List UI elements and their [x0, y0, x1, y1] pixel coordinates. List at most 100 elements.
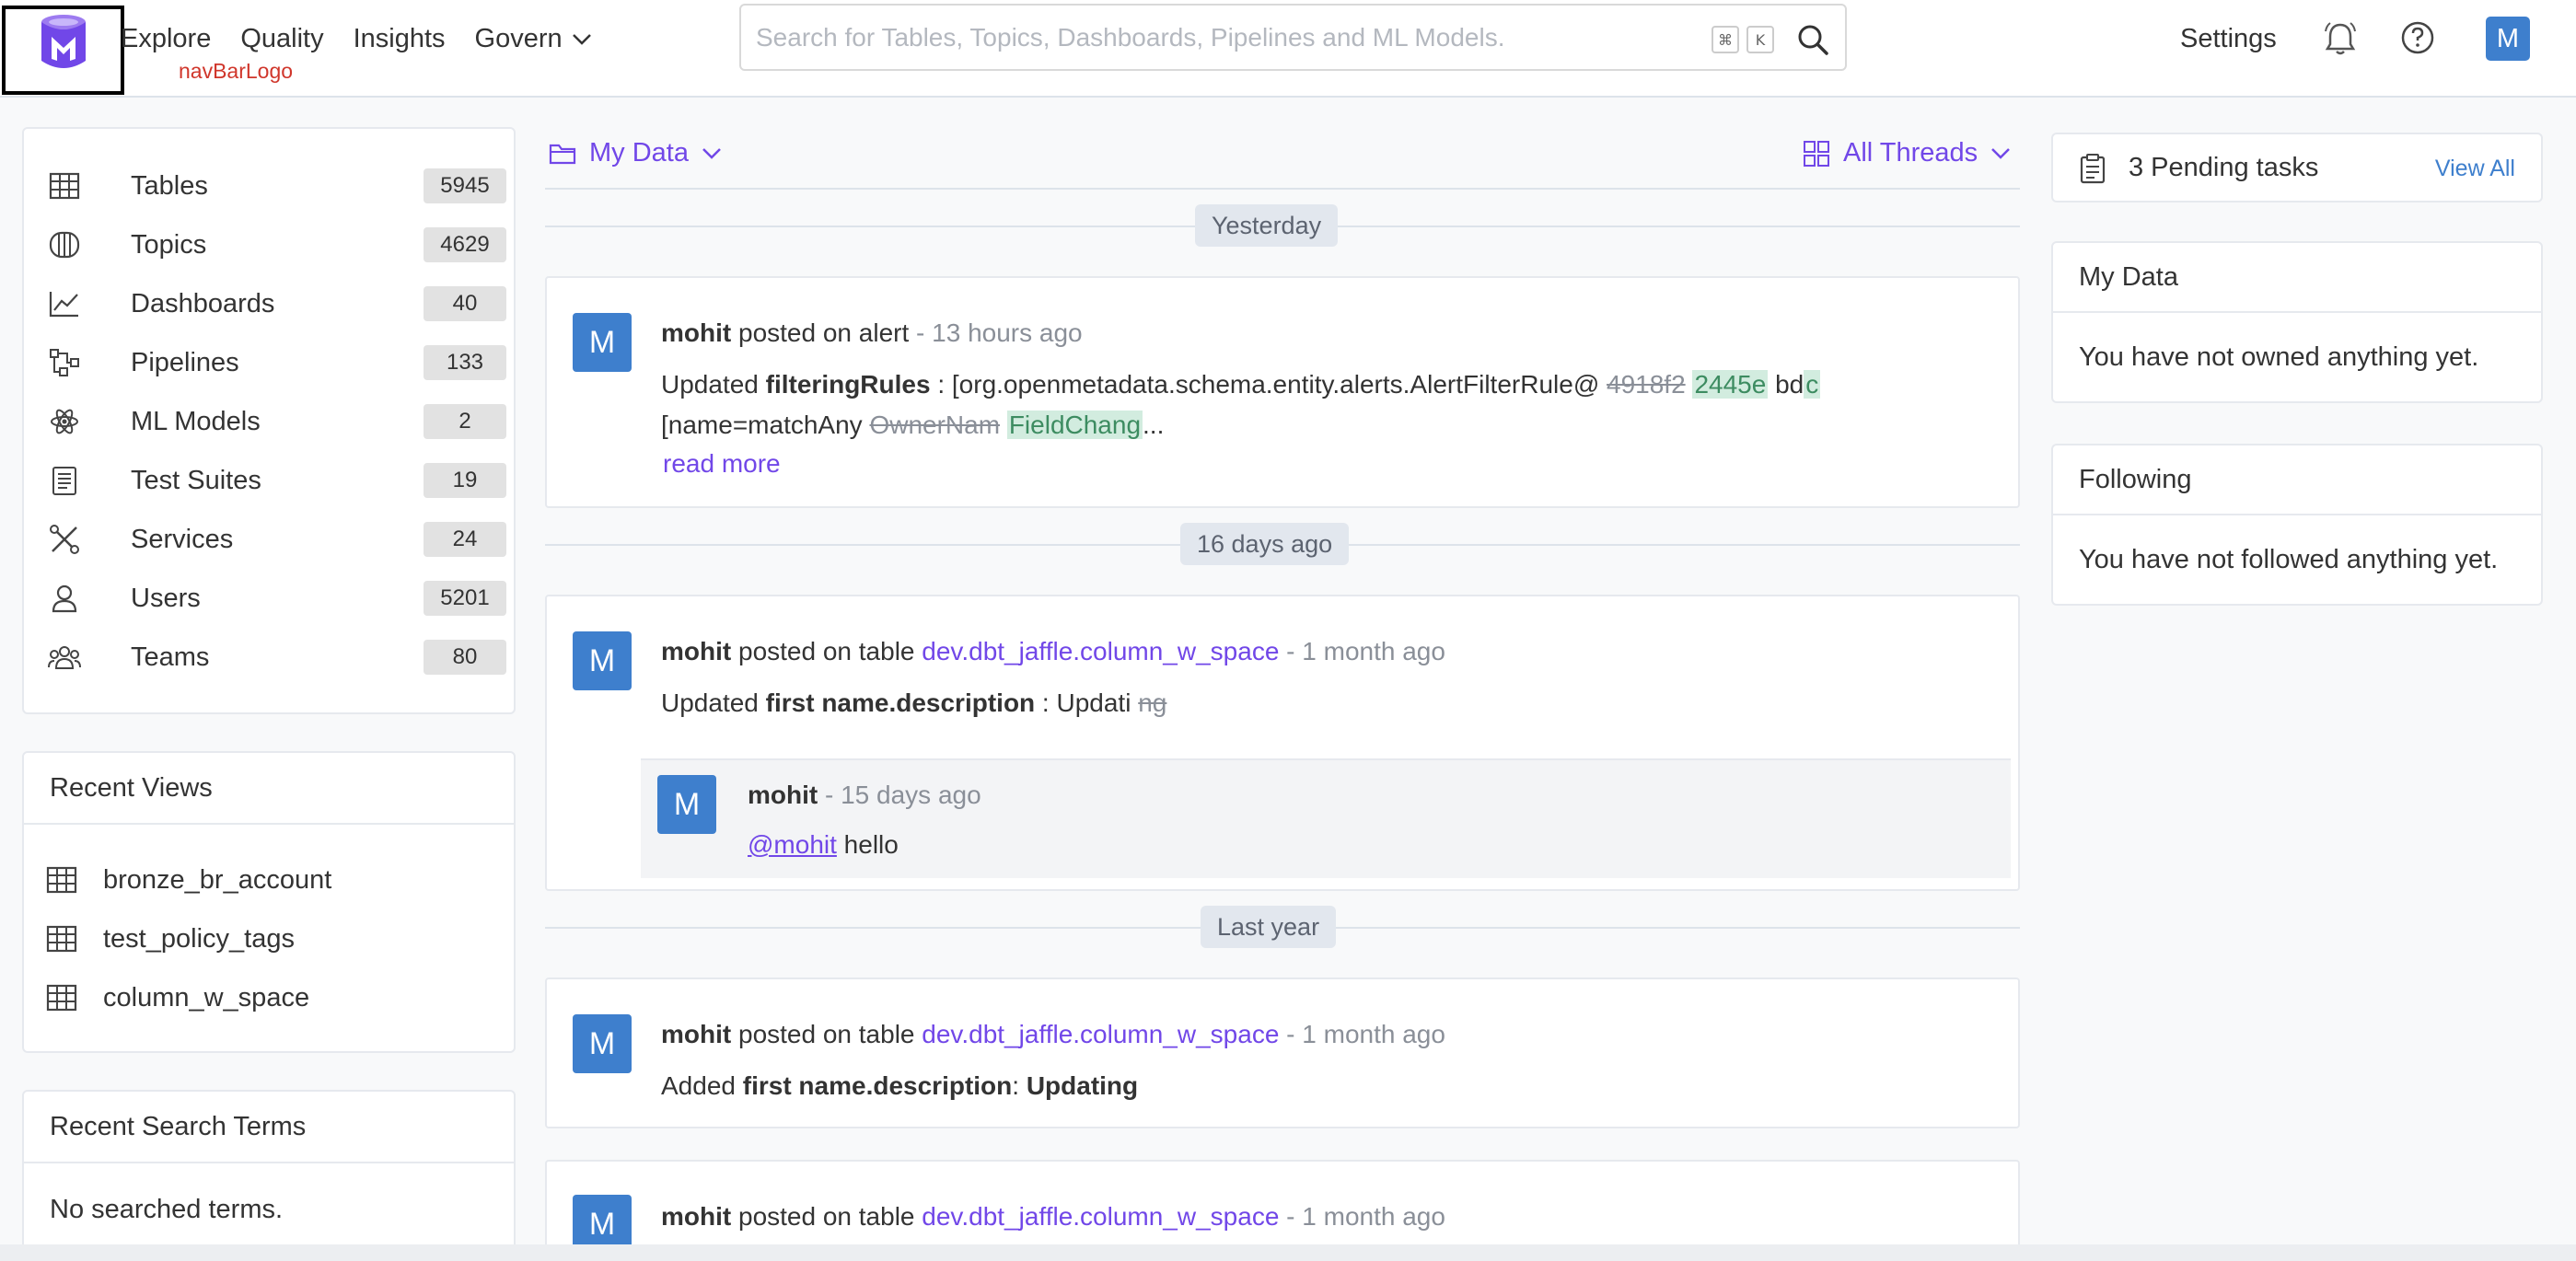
entity-row-dashboards[interactable]: Dashboards 40 [46, 282, 506, 326]
post-author[interactable]: mohit [661, 1020, 731, 1048]
nav-govern-label: Govern [474, 24, 563, 53]
user-icon [46, 580, 83, 617]
post-entity-link[interactable]: dev.dbt_jaffle.column_w_space [922, 1202, 1279, 1231]
nav-govern[interactable]: Govern [475, 24, 592, 54]
entity-row-pipelines[interactable]: Pipelines 133 [46, 341, 506, 385]
help-icon[interactable] [2399, 19, 2436, 56]
entity-row-services[interactable]: Services 24 [46, 517, 506, 561]
dashboard-icon [46, 285, 83, 322]
topic-icon [46, 226, 83, 263]
view-all-tasks-link[interactable]: View All [2435, 156, 2515, 182]
post-time: 13 hours ago [932, 318, 1083, 347]
all-threads-dropdown[interactable]: All Threads [1803, 138, 2011, 168]
following-empty: You have not followed anything yet. [2079, 544, 2499, 574]
nav-insights[interactable]: Insights [354, 24, 446, 54]
post-reply: M mohit - 15 days ago @mohit hello [641, 758, 2011, 878]
grid-icon [1804, 140, 1829, 167]
horizontal-scrollbar[interactable] [0, 1244, 2576, 1261]
post-header: mohit posted on alert - 13 hours ago [661, 318, 1083, 347]
recent-views-title: Recent Views [24, 753, 514, 825]
post-author-avatar[interactable]: M [573, 631, 632, 690]
entity-row-ml-models[interactable]: ML Models 2 [46, 399, 506, 444]
entity-row-topics[interactable]: Topics 4629 [46, 223, 506, 267]
recent-view-item[interactable]: bronze_br_account [46, 858, 331, 902]
entity-label: Dashboards [131, 288, 275, 318]
post-action: posted on table [738, 637, 915, 665]
diff-removed: 4918f2 [1607, 370, 1686, 399]
shortcut-key-k: K [1746, 26, 1774, 53]
reply-author[interactable]: mohit [748, 781, 818, 809]
post-header: mohit posted on table dev.dbt_jaffle.col… [661, 1202, 1445, 1231]
entity-count-badge: 24 [424, 522, 506, 557]
post-field-name: filteringRules [765, 370, 931, 399]
feed-toolbar-divider [545, 188, 2020, 190]
post-author[interactable]: mohit [661, 318, 731, 347]
diff-added: FieldChang [1006, 411, 1143, 439]
post-field-name: first name.description [742, 1071, 1013, 1100]
table-icon [46, 925, 77, 953]
read-more-link[interactable]: read more [663, 449, 781, 479]
entity-label: Tables [131, 170, 208, 201]
ml-model-icon [46, 403, 83, 440]
entity-count-badge: 80 [424, 640, 506, 675]
post-author-avatar[interactable]: M [573, 313, 632, 372]
post-entity-link[interactable]: dev.dbt_jaffle.column_w_space [922, 1020, 1279, 1048]
recent-search-empty: No searched terms. [50, 1195, 284, 1224]
chevron-down-icon [1991, 147, 2011, 159]
entity-label: Services [131, 524, 234, 554]
entity-row-teams[interactable]: Teams 80 [46, 635, 506, 679]
recent-view-item[interactable]: test_policy_tags [46, 917, 295, 961]
nav-bar-logo[interactable] [2, 6, 124, 95]
post-author[interactable]: mohit [661, 637, 731, 665]
search-input[interactable] [756, 6, 1677, 69]
entity-count-badge: 5201 [424, 581, 506, 616]
recent-view-label: column_w_space [103, 982, 310, 1012]
reply-text: hello [836, 830, 899, 859]
post-header: mohit posted on table dev.dbt_jaffle.col… [661, 1020, 1445, 1048]
entity-row-test-suites[interactable]: Test Suites 19 [46, 458, 506, 503]
user-avatar[interactable]: M [2486, 17, 2530, 61]
post-author[interactable]: mohit [661, 1202, 731, 1231]
my-data-filter-dropdown[interactable]: My Data [549, 138, 722, 168]
entity-row-users[interactable]: Users 5201 [46, 576, 506, 620]
nav-menu: Explore Quality Insights Govern [121, 24, 592, 54]
entity-count-badge: 2 [424, 404, 506, 439]
table-icon [46, 984, 77, 1012]
recent-view-label: bronze_br_account [103, 864, 332, 895]
post-text: Updated [661, 370, 766, 399]
diff-removed: ng [1138, 688, 1167, 717]
reply-time: 15 days ago [841, 781, 981, 809]
notification-bell-icon[interactable] [2322, 20, 2359, 57]
recent-view-label: test_policy_tags [103, 923, 295, 954]
post-author-avatar[interactable]: M [573, 1014, 632, 1073]
table-icon [46, 168, 83, 204]
date-divider-16-days-ago: 16 days ago [1180, 523, 1350, 565]
nav-explore[interactable]: Explore [121, 24, 211, 54]
recent-view-item[interactable]: column_w_space [46, 976, 309, 1020]
post-action: posted on alert [738, 318, 910, 347]
diff-added: 2445e [1692, 370, 1769, 399]
global-search: ⌘ K [739, 4, 1847, 71]
post-text: : Updati [1035, 688, 1139, 717]
post-text: : [1012, 1071, 1027, 1100]
entity-count-badge: 4629 [424, 227, 506, 262]
entity-row-tables[interactable]: Tables 5945 [46, 164, 506, 208]
entity-label: Users [131, 583, 201, 613]
post-text: Added [661, 1071, 743, 1100]
post-body: Updated filteringRules : [org.openmetada… [661, 364, 1821, 445]
user-mention-link[interactable]: @mohit [748, 830, 837, 859]
my-data-filter-label: My Data [589, 138, 689, 168]
nav-quality[interactable]: Quality [240, 24, 323, 54]
post-action: posted on table [738, 1202, 915, 1231]
search-icon[interactable] [1796, 23, 1829, 56]
nav-explore-label: Explore [121, 24, 212, 53]
post-field-value: Updating [1026, 1071, 1139, 1100]
settings-link[interactable]: Settings [2180, 24, 2277, 54]
post-entity-link[interactable]: dev.dbt_jaffle.column_w_space [922, 637, 1279, 665]
services-icon [46, 521, 83, 558]
diff-added: c [1804, 370, 1821, 399]
reply-author-avatar[interactable]: M [657, 775, 716, 834]
entity-label: Test Suites [131, 465, 261, 495]
openmetadata-logo-icon [41, 15, 86, 68]
table-icon [46, 866, 77, 894]
